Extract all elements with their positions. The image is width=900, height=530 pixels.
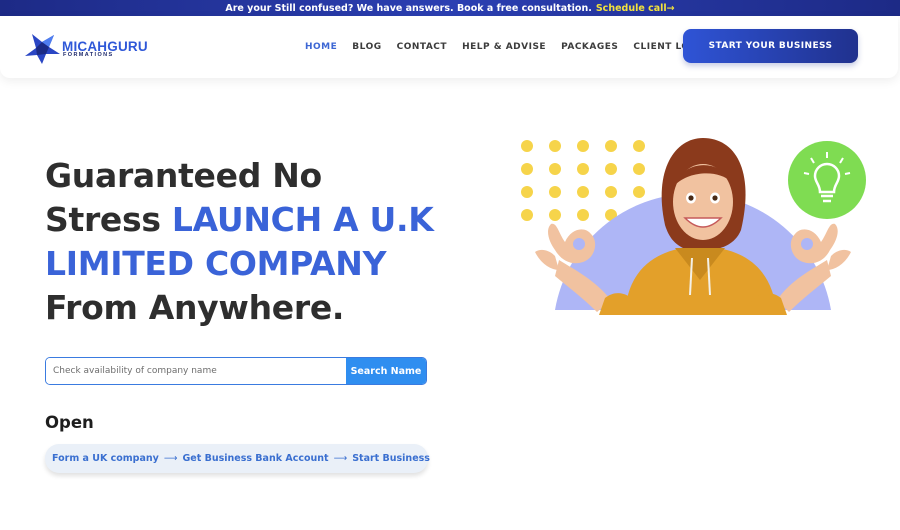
nav-contact[interactable]: CONTACT	[397, 42, 447, 52]
arrow-right-icon: ⟶	[163, 453, 178, 464]
start-your-business-button[interactable]: START YOUR BUSINESS	[683, 29, 858, 63]
step-bank-account[interactable]: Get Business Bank Account	[182, 453, 328, 464]
lightbulb-icon	[788, 141, 866, 219]
hero-illustration	[521, 138, 866, 315]
hero-highlight-1: LAUNCH A U.K	[171, 200, 434, 239]
open-steps-pill: Form a UK company ⟶ Get Business Bank Ac…	[45, 444, 430, 473]
open-heading: Open	[45, 413, 94, 432]
hero-title-line-3: From Anywhere.	[45, 288, 345, 327]
nav-help-advise[interactable]: HELP & ADVISE	[462, 42, 546, 52]
site-header: MICAHGURU FORMATIONS HOME BLOG CONTACT H…	[0, 16, 898, 78]
announcement-bar: Are your Still confused? We have answers…	[0, 0, 900, 16]
dot-grid-decoration	[521, 140, 645, 221]
step-form-uk-company[interactable]: Form a UK company	[52, 453, 159, 464]
step-start-business[interactable]: Start Business	[352, 453, 430, 464]
schedule-call-link[interactable]: Schedule call→	[596, 3, 675, 14]
company-name-search: Search Name	[45, 357, 427, 385]
brand-tagline: FORMATIONS	[63, 52, 114, 58]
company-name-input[interactable]	[46, 358, 346, 384]
hero-title: Guaranteed No Stress LAUNCH A U.K LIMITE…	[45, 154, 465, 330]
hero-title-line-1: Guaranteed No	[45, 156, 322, 195]
nav-home[interactable]: HOME	[305, 42, 337, 52]
announcement-message: Are your Still confused? We have answers…	[225, 2, 592, 14]
arrow-right-icon: ⟶	[333, 453, 348, 464]
nav-blog[interactable]: BLOG	[352, 42, 381, 52]
nav-packages[interactable]: PACKAGES	[561, 42, 618, 52]
hero-highlight-2: LIMITED COMPANY	[45, 244, 387, 283]
main-nav: HOME BLOG CONTACT HELP & ADVISE PACKAGES…	[305, 42, 724, 52]
search-name-button[interactable]: Search Name	[346, 358, 426, 384]
hero-title-line-2: Stress	[45, 200, 161, 239]
